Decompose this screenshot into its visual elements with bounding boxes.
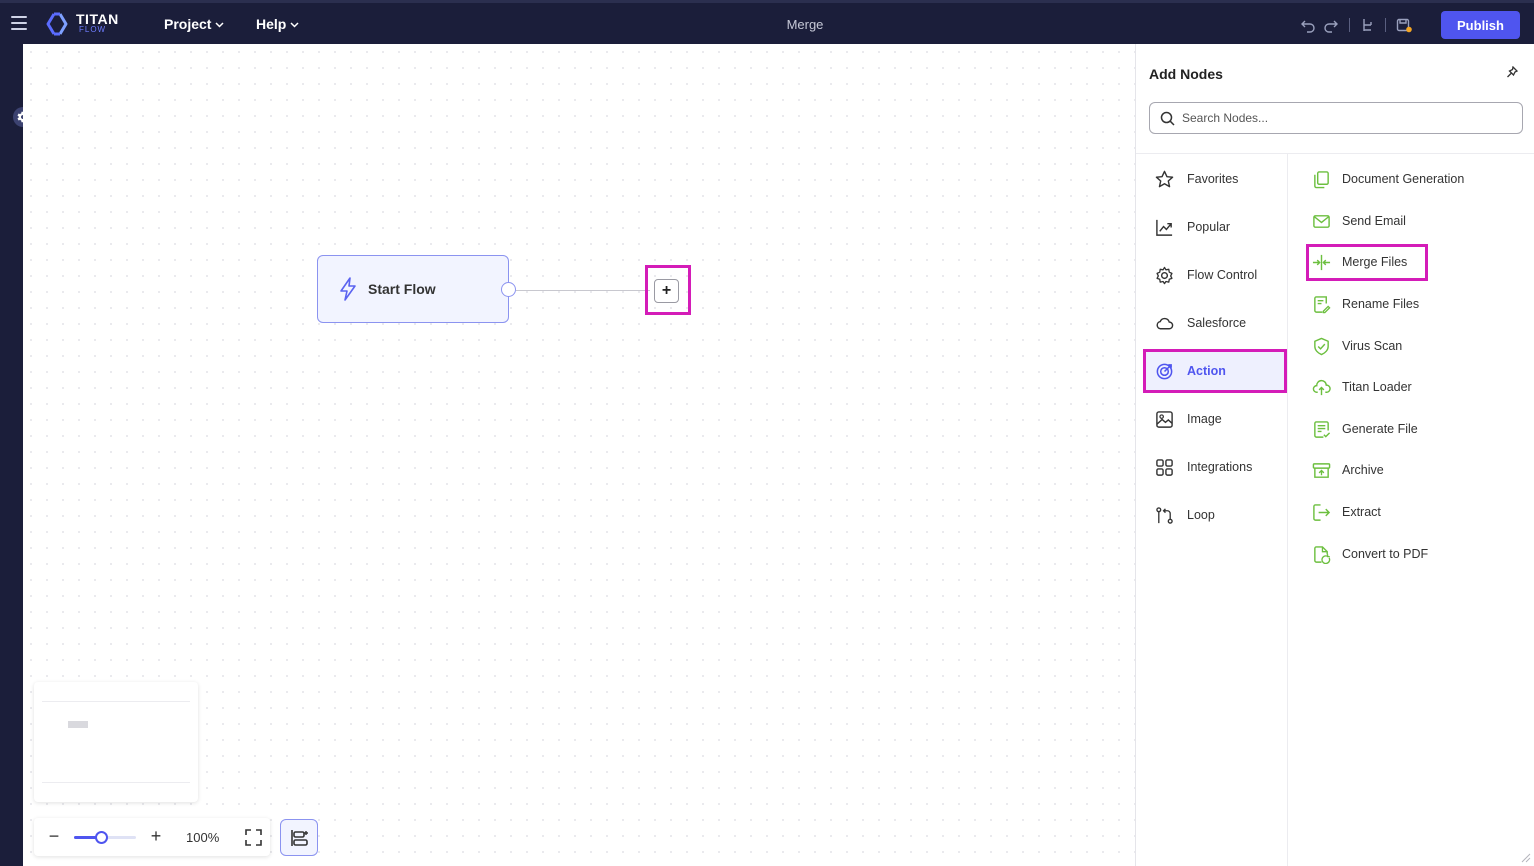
left-rail [0,44,23,866]
node-output-port[interactable] [501,282,516,297]
column-divider [1287,154,1288,866]
category-favorites[interactable]: Favorites [1146,159,1284,199]
rename-file-icon [1314,295,1331,313]
zoom-slider-thumb[interactable] [94,831,108,844]
add-node-button[interactable]: + [654,279,679,303]
star-icon [1155,170,1174,187]
documents-icon [1314,170,1329,188]
category-label: Popular [1187,220,1231,234]
node-label: Archive [1342,463,1384,477]
category-integrations[interactable]: Integrations [1146,447,1284,487]
extract-icon [1313,503,1331,521]
email-icon [1313,214,1330,228]
pin-icon[interactable] [1506,66,1518,79]
node-label: Send Email [1342,214,1406,228]
save-status-icon[interactable] [1396,17,1412,33]
minimap[interactable] [34,682,198,802]
category-image[interactable]: Image [1146,399,1284,439]
node-label: Virus Scan [1342,339,1403,353]
generate-file-icon [1314,420,1331,438]
node-extract[interactable]: Extract [1312,498,1381,526]
panel-divider [1136,153,1534,154]
image-icon [1156,410,1173,428]
panel-title: Add Nodes [1149,66,1223,82]
toolbar-separator [1349,18,1350,32]
convert-pdf-icon [1314,545,1331,564]
node-generate-file[interactable]: Generate File [1312,415,1418,443]
undo-icon[interactable] [1300,17,1316,33]
minimap-line [42,701,190,702]
search-input[interactable] [1182,104,1512,132]
layout-icon [291,829,308,846]
publish-button[interactable]: Publish [1441,11,1520,39]
cloud-upload-icon [1312,379,1331,395]
node-label: Extract [1342,505,1381,519]
node-convert-to-pdf[interactable]: Convert to PDF [1312,540,1428,568]
category-label: Flow Control [1187,268,1258,282]
node-send-email[interactable]: Send Email [1312,207,1406,235]
highlight-box [1306,244,1428,281]
redo-icon[interactable] [1323,17,1339,33]
category-flow-control[interactable]: Flow Control [1146,255,1284,295]
loop-icon [1156,506,1173,524]
auto-layout-button[interactable] [280,819,318,856]
trend-icon [1156,219,1173,236]
highlight-box [1143,349,1287,393]
toolbar-separator [1385,18,1386,32]
zoom-in-button[interactable]: + [148,826,164,846]
category-loop[interactable]: Loop [1146,495,1284,535]
top-bar: TITAN FLOW Project Help Merge Publish [0,0,1534,44]
category-label: Integrations [1187,460,1253,474]
shield-check-icon [1314,337,1329,355]
flow-tree-icon[interactable] [1360,17,1376,33]
category-label: Favorites [1187,172,1239,186]
gear-icon [1156,266,1173,284]
search-icon [1160,111,1175,126]
search-box [1149,102,1523,134]
category-salesforce[interactable]: Salesforce [1146,303,1284,343]
zoom-out-button[interactable]: − [46,826,62,846]
minimap-node [68,721,88,728]
zoom-slider[interactable] [74,831,136,844]
node-archive[interactable]: Archive [1312,456,1384,484]
node-label: Rename Files [1342,297,1420,311]
grid-icon [1156,458,1173,476]
flow-canvas[interactable]: Start Flow + − + 100% [23,44,1135,866]
node-label: Generate File [1342,422,1418,436]
node-titan-loader[interactable]: Titan Loader [1312,373,1412,401]
node-virus-scan[interactable]: Virus Scan [1312,332,1402,360]
start-flow-node[interactable]: Start Flow [317,255,509,323]
category-popular[interactable]: Popular [1146,207,1284,247]
start-flow-label: Start Flow [368,281,436,297]
node-document-generation[interactable]: Document Generation [1312,165,1464,193]
fit-view-icon[interactable] [245,829,262,846]
flow-edge [516,290,650,291]
resize-grip-icon[interactable] [1521,853,1531,863]
zoom-level: 100% [186,830,220,845]
cloud-icon [1156,317,1174,329]
category-label: Salesforce [1187,316,1247,330]
archive-icon [1312,462,1331,478]
node-label: Document Generation [1342,172,1465,186]
lightning-icon [340,277,356,301]
category-label: Loop [1187,508,1215,522]
node-label: Convert to PDF [1342,547,1429,561]
category-label: Image [1187,412,1222,426]
node-label: Titan Loader [1342,380,1412,394]
minimap-line [42,782,190,783]
add-nodes-panel: Add Nodes Favorites Popular Flow Control… [1135,44,1534,866]
zoom-controls: − + 100% [34,818,270,856]
node-rename-files[interactable]: Rename Files [1312,290,1419,318]
